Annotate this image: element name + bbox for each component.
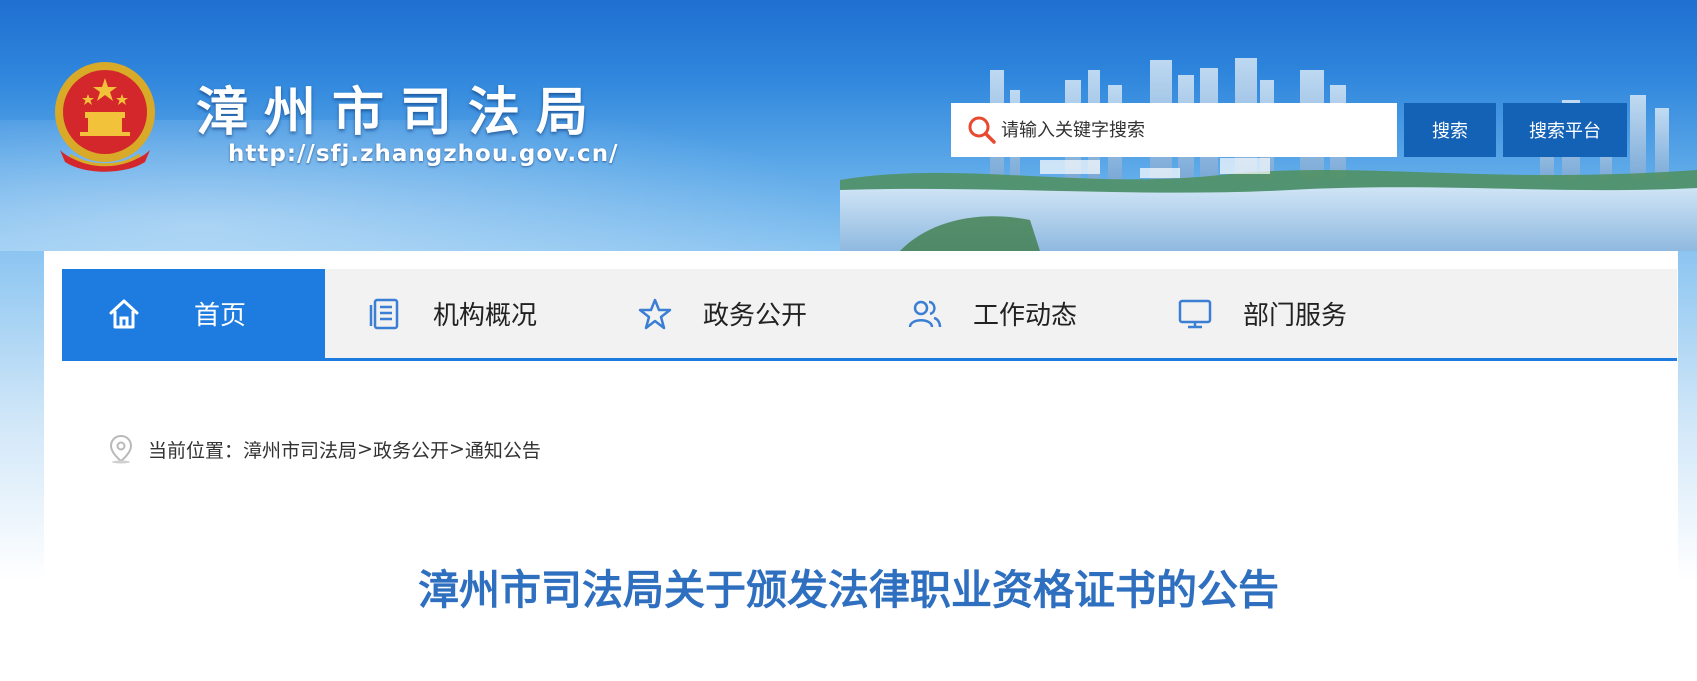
nav-label-work-news: 工作动态 xyxy=(973,301,1078,331)
document-icon xyxy=(369,298,399,329)
nav-item-home[interactable]: 首页 xyxy=(62,269,325,358)
breadcrumb-prefix: 当前位置： xyxy=(148,439,244,462)
nav-item-organization[interactable]: 机构概况 xyxy=(325,269,595,358)
search-icon xyxy=(968,116,996,144)
main-nav: 首页 机构概况 政务公开 工作动态 部门服务 xyxy=(62,269,1677,361)
right-background-fade xyxy=(1678,251,1697,581)
location-pin-icon xyxy=(109,434,133,464)
site-title: 漳州市司法局 xyxy=(196,83,605,143)
nav-label-home: 首页 xyxy=(194,301,247,331)
breadcrumb-link-government-affairs[interactable]: 政务公开 xyxy=(373,436,449,463)
site-url: http://sfj.zhangzhou.gov.cn/ xyxy=(228,141,619,167)
breadcrumb-separator: > xyxy=(357,438,373,460)
breadcrumb-separator: > xyxy=(448,438,465,460)
nav-label-department-services: 部门服务 xyxy=(1243,301,1348,331)
national-emblem-logo xyxy=(55,62,155,172)
page: 漳州市司法局 http://sfj.zhangzhou.gov.cn/ 搜索 搜… xyxy=(0,0,1697,681)
breadcrumb: 当前位置： 漳州市司法局 > 政务公开 > 通知公告 xyxy=(108,434,541,464)
nav-item-government-affairs[interactable]: 政务公开 xyxy=(595,269,865,358)
nav-label-organization: 机构概况 xyxy=(433,301,538,331)
search-button[interactable]: 搜索 xyxy=(1404,103,1496,157)
nav-label-government-affairs: 政务公开 xyxy=(703,301,808,331)
nav-item-department-services[interactable]: 部门服务 xyxy=(1135,269,1405,358)
breadcrumb-link-home[interactable]: 漳州市司法局 xyxy=(243,436,357,463)
breadcrumb-link-notices[interactable]: 通知公告 xyxy=(465,436,541,463)
monitor-icon xyxy=(1178,299,1212,328)
home-icon xyxy=(109,299,139,328)
search-input[interactable] xyxy=(1001,110,1381,150)
search-box xyxy=(951,103,1397,157)
article-title: 漳州市司法局关于颁发法律职业资格证书的公告 xyxy=(418,566,1279,614)
left-background-fade xyxy=(0,251,44,581)
search-platform-button[interactable]: 搜索平台 xyxy=(1503,103,1627,157)
star-icon xyxy=(638,298,672,329)
nav-item-work-news[interactable]: 工作动态 xyxy=(865,269,1135,358)
users-icon xyxy=(908,300,942,327)
header-banner: 漳州市司法局 http://sfj.zhangzhou.gov.cn/ 搜索 搜… xyxy=(0,0,1697,251)
